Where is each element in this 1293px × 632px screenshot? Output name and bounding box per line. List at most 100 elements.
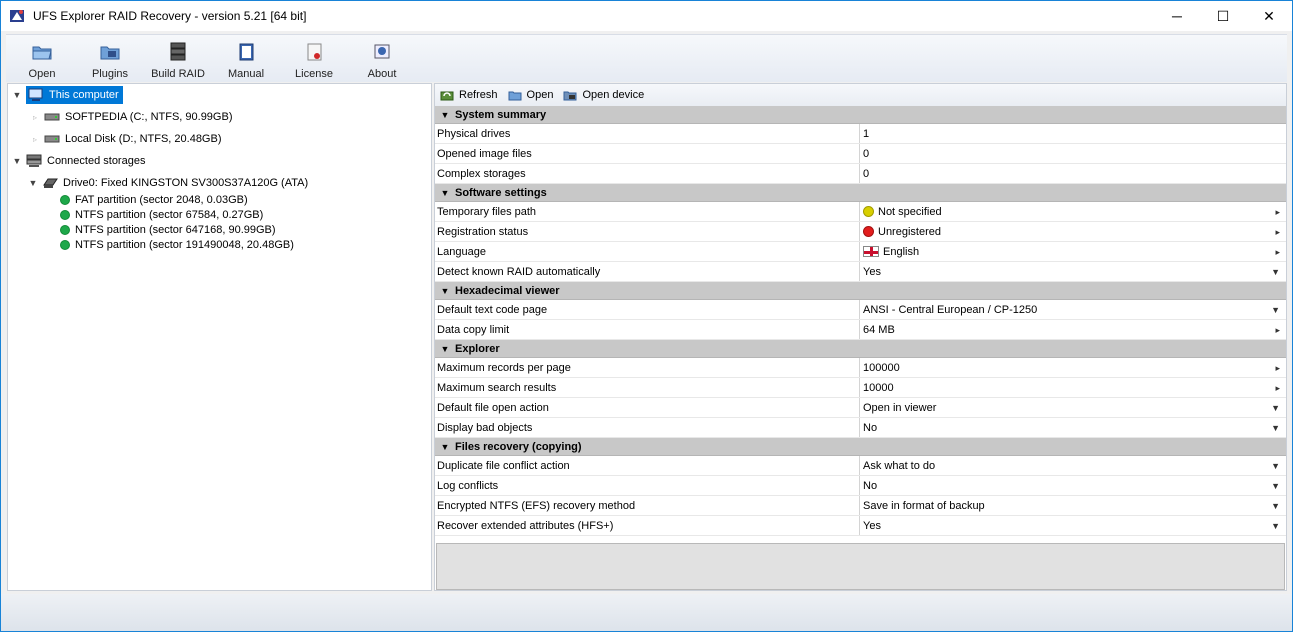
about-icon xyxy=(371,41,393,63)
manual-icon xyxy=(235,41,257,63)
dropdown-arrow-icon[interactable]: ▼ xyxy=(1271,456,1280,476)
property-grid: ▼ System summary Physical drives 1 Opene… xyxy=(435,106,1286,536)
property-name: Detect known RAID automatically xyxy=(435,262,860,281)
storage-tree[interactable]: ▼ This computer ▹ SOFTPEDIA (C:, NTFS, 9… xyxy=(7,83,432,591)
property-row[interactable]: Data copy limit 64 MB ▸ xyxy=(435,320,1286,340)
property-row[interactable]: Maximum records per page 100000 ▸ xyxy=(435,358,1286,378)
category-system-summary[interactable]: ▼ System summary xyxy=(435,106,1286,124)
property-name: Recover extended attributes (HFS+) xyxy=(435,516,860,535)
expand-caret-icon[interactable]: ▼ xyxy=(12,156,22,166)
property-value: No xyxy=(863,479,878,492)
tree-item-partition[interactable]: NTFS partition (sector 647168, 90.99GB) xyxy=(60,222,276,237)
property-value: Ask what to do xyxy=(863,459,936,472)
open-device-button[interactable]: Open device xyxy=(563,89,644,102)
dropdown-arrow-icon[interactable]: ▼ xyxy=(1271,418,1280,438)
property-value: Yes xyxy=(863,519,881,532)
category-title: Files recovery (copying) xyxy=(455,440,582,453)
app-logo-icon xyxy=(9,8,25,24)
property-value: Yes xyxy=(863,265,881,278)
minimize-button[interactable]: ─ xyxy=(1154,1,1200,31)
property-value: Save in format of backup xyxy=(863,499,985,512)
build-raid-button[interactable]: Build RAID xyxy=(148,35,208,83)
tree-item-partition[interactable]: NTFS partition (sector 191490048, 20.48G… xyxy=(60,237,294,252)
dropdown-arrow-icon[interactable]: ▼ xyxy=(1271,496,1280,516)
property-row[interactable]: Language English ▸ xyxy=(435,242,1286,262)
manual-button[interactable]: Manual xyxy=(216,35,276,83)
property-name: Data copy limit xyxy=(435,320,860,339)
property-row[interactable]: Detect known RAID automatically Yes ▼ xyxy=(435,262,1286,282)
property-row[interactable]: Display bad objects No ▼ xyxy=(435,418,1286,438)
refresh-button[interactable]: Refresh xyxy=(440,89,498,102)
property-name: Physical drives xyxy=(435,124,860,143)
submenu-arrow-icon[interactable]: ▸ xyxy=(1275,242,1280,262)
dropdown-arrow-icon[interactable]: ▼ xyxy=(1271,516,1280,536)
tree-item-partition[interactable]: NTFS partition (sector 67584, 0.27GB) xyxy=(60,207,263,222)
disk-icon xyxy=(44,110,60,124)
open-button[interactable]: Open xyxy=(12,35,72,83)
collapse-caret-icon[interactable]: ▼ xyxy=(435,110,455,120)
tree-item-this-computer[interactable]: ▼ This computer xyxy=(12,85,123,105)
collapse-caret-icon[interactable]: ▼ xyxy=(435,188,455,198)
dropdown-arrow-icon[interactable]: ▼ xyxy=(1271,398,1280,418)
property-row[interactable]: Complex storages 0 xyxy=(435,164,1286,184)
leaf-caret-icon: ▹ xyxy=(32,112,37,122)
open-folder-icon xyxy=(508,89,522,102)
license-icon xyxy=(303,41,325,63)
plugins-icon xyxy=(99,41,121,63)
maximize-button[interactable]: ☐ xyxy=(1200,1,1246,31)
partition-status-icon xyxy=(60,224,70,235)
category-files-recovery[interactable]: ▼ Files recovery (copying) xyxy=(435,438,1286,456)
tree-item-partition[interactable]: FAT partition (sector 2048, 0.03GB) xyxy=(60,192,248,207)
tree-label: NTFS partition (sector 67584, 0.27GB) xyxy=(75,208,264,221)
dropdown-arrow-icon[interactable]: ▼ xyxy=(1271,300,1280,320)
open-button-secondary[interactable]: Open xyxy=(508,89,553,102)
tree-item-disk-c[interactable]: ▹ SOFTPEDIA (C:, NTFS, 90.99GB) xyxy=(30,107,233,127)
tree-label: NTFS partition (sector 191490048, 20.48G… xyxy=(75,238,294,251)
property-row[interactable]: Physical drives 1 xyxy=(435,124,1286,144)
property-row[interactable]: Encrypted NTFS (EFS) recovery method Sav… xyxy=(435,496,1286,516)
tree-label: FAT partition (sector 2048, 0.03GB) xyxy=(75,193,248,206)
collapse-caret-icon[interactable]: ▼ xyxy=(435,344,455,354)
property-row[interactable]: Duplicate file conflict action Ask what … xyxy=(435,456,1286,476)
submenu-arrow-icon[interactable]: ▸ xyxy=(1275,378,1280,398)
property-row[interactable]: Log conflicts No ▼ xyxy=(435,476,1286,496)
build-raid-label: Build RAID xyxy=(151,68,205,80)
property-row[interactable]: Default text code page ANSI - Central Eu… xyxy=(435,300,1286,320)
close-button[interactable]: ✕ xyxy=(1246,1,1292,31)
leaf-caret-icon: ▹ xyxy=(32,134,37,144)
collapse-caret-icon[interactable]: ▼ xyxy=(435,442,455,452)
license-button[interactable]: License xyxy=(284,35,344,83)
property-value: 10000 xyxy=(863,381,894,394)
dropdown-arrow-icon[interactable]: ▼ xyxy=(1271,262,1280,282)
submenu-arrow-icon[interactable]: ▸ xyxy=(1275,202,1280,222)
submenu-arrow-icon[interactable]: ▸ xyxy=(1275,222,1280,242)
tree-item-disk-d[interactable]: ▹ Local Disk (D:, NTFS, 20.48GB) xyxy=(30,129,222,149)
submenu-arrow-icon[interactable]: ▸ xyxy=(1275,358,1280,378)
title-bar[interactable]: UFS Explorer RAID Recovery - version 5.2… xyxy=(1,1,1292,31)
property-value: Not specified xyxy=(878,205,942,218)
expand-caret-icon[interactable]: ▼ xyxy=(12,90,22,100)
category-software-settings[interactable]: ▼ Software settings xyxy=(435,184,1286,202)
error-status-icon xyxy=(863,226,874,237)
open-device-icon xyxy=(563,89,577,102)
dropdown-arrow-icon[interactable]: ▼ xyxy=(1271,476,1280,496)
property-name: Opened image files xyxy=(435,144,860,163)
property-row[interactable]: Opened image files 0 xyxy=(435,144,1286,164)
submenu-arrow-icon[interactable]: ▸ xyxy=(1275,320,1280,340)
property-row[interactable]: Registration status Unregistered ▸ xyxy=(435,222,1286,242)
tree-label: This computer xyxy=(49,89,119,101)
category-explorer[interactable]: ▼ Explorer xyxy=(435,340,1286,358)
computer-icon xyxy=(28,88,44,102)
about-button[interactable]: About xyxy=(352,35,412,83)
property-row[interactable]: Maximum search results 10000 ▸ xyxy=(435,378,1286,398)
property-row[interactable]: Default file open action Open in viewer … xyxy=(435,398,1286,418)
collapse-caret-icon[interactable]: ▼ xyxy=(435,286,455,296)
tree-item-connected-storages[interactable]: ▼ Connected storages xyxy=(12,151,145,171)
tree-item-drive0[interactable]: ▼ Drive0: Fixed KINGSTON SV300S37A120G (… xyxy=(28,173,309,193)
plugins-button[interactable]: Plugins xyxy=(80,35,140,83)
property-row[interactable]: Recover extended attributes (HFS+) Yes ▼ xyxy=(435,516,1286,536)
property-row[interactable]: Temporary files path Not specified ▸ xyxy=(435,202,1286,222)
expand-caret-icon[interactable]: ▼ xyxy=(28,178,38,188)
category-hex-viewer[interactable]: ▼ Hexadecimal viewer xyxy=(435,282,1286,300)
tree-label: Drive0: Fixed KINGSTON SV300S37A120G (AT… xyxy=(63,177,309,189)
